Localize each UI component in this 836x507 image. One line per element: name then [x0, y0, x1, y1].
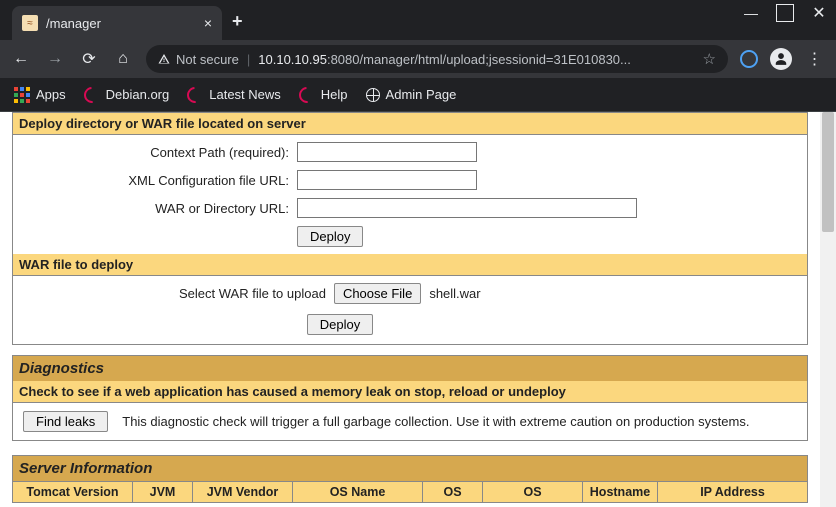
server-col-os2: OS — [483, 482, 583, 503]
war-upload-section: WAR file to deploy Select WAR file to up… — [12, 254, 808, 345]
war-url-row: WAR or Directory URL: — [19, 194, 801, 222]
security-indicator[interactable]: Not secure — [158, 52, 239, 67]
war-url-input[interactable] — [297, 198, 637, 218]
url-text: 10.10.10.95:8080/manager/html/upload;jse… — [258, 52, 694, 67]
server-col-hostname: Hostname — [583, 482, 658, 503]
xml-url-input[interactable] — [297, 170, 477, 190]
bookmark-debian[interactable]: Debian.org — [84, 87, 170, 103]
war-url-label: WAR or Directory URL: — [29, 201, 289, 216]
titlebar: ≈ /manager × + — ✕ — [0, 0, 836, 40]
debian-icon — [296, 83, 319, 106]
tab-title: /manager — [46, 16, 196, 31]
apps-icon — [14, 87, 30, 103]
apps-shortcut[interactable]: Apps — [14, 87, 66, 103]
minimize-icon[interactable]: — — [742, 4, 760, 22]
server-info-table: Tomcat Version JVM JVM Vendor OS Name OS… — [12, 481, 808, 503]
deploy-server-button[interactable]: Deploy — [297, 226, 363, 247]
reload-button[interactable]: ⟳ — [78, 48, 100, 70]
select-war-label: Select WAR file to upload — [179, 286, 326, 301]
window-controls: — ✕ — [742, 4, 828, 22]
server-col-ip: IP Address — [658, 482, 808, 503]
deploy-server-section: Deploy directory or WAR file located on … — [12, 112, 808, 255]
deploy-war-button[interactable]: Deploy — [307, 314, 373, 335]
bookmark-help[interactable]: Help — [299, 87, 348, 103]
diagnostics-title: Diagnostics — [12, 355, 808, 381]
debian-icon — [80, 83, 103, 106]
back-button[interactable]: ← — [10, 48, 32, 70]
forward-button[interactable]: → — [44, 48, 66, 70]
bookmarks-bar: Apps Debian.org Latest News Help Admin P… — [0, 78, 836, 112]
war-file-row: Select WAR file to upload Choose File sh… — [19, 279, 801, 308]
deploy-server-header: Deploy directory or WAR file located on … — [13, 113, 808, 135]
not-secure-label: Not secure — [176, 52, 239, 67]
extension-icon[interactable] — [740, 50, 758, 68]
xml-url-row: XML Configuration file URL: — [19, 166, 801, 194]
bookmark-latest-news[interactable]: Latest News — [187, 87, 281, 103]
xml-url-label: XML Configuration file URL: — [29, 173, 289, 188]
server-col-jvm-vendor: JVM Vendor — [193, 482, 293, 503]
bookmark-star-icon[interactable]: ☆ — [703, 50, 716, 68]
server-col-jvm: JVM — [133, 482, 193, 503]
bookmark-label: Debian.org — [106, 87, 170, 102]
close-window-icon[interactable]: ✕ — [810, 4, 828, 22]
server-col-tomcat: Tomcat Version — [13, 482, 133, 503]
chosen-filename: shell.war — [429, 286, 480, 301]
maximize-icon[interactable] — [776, 4, 794, 22]
server-col-os1: OS — [423, 482, 483, 503]
deploy-server-submit-row: Deploy — [19, 222, 801, 251]
profile-avatar-icon[interactable] — [770, 48, 792, 70]
war-upload-submit-row: Deploy — [19, 308, 801, 341]
browser-tab[interactable]: ≈ /manager × — [12, 6, 222, 40]
viewport: Deploy directory or WAR file located on … — [0, 112, 836, 507]
toolbar: ← → ⟳ ⌂ Not secure | 10.10.10.95:8080/ma… — [0, 40, 836, 78]
apps-label: Apps — [36, 87, 66, 102]
address-separator: | — [247, 52, 250, 67]
server-col-os-name: OS Name — [293, 482, 423, 503]
tomcat-favicon: ≈ — [22, 15, 38, 31]
server-info-title: Server Information — [12, 455, 808, 481]
bookmark-label: Admin Page — [386, 87, 457, 102]
scrollbar-thumb[interactable] — [822, 112, 834, 232]
tab-close-icon[interactable]: × — [204, 15, 212, 31]
warning-icon — [158, 53, 170, 65]
globe-icon — [366, 88, 380, 102]
debian-icon — [184, 83, 207, 106]
page-content: Deploy directory or WAR file located on … — [0, 112, 820, 507]
choose-file-button[interactable]: Choose File — [334, 283, 421, 304]
file-chooser: Choose File shell.war — [334, 283, 481, 304]
find-leaks-button[interactable]: Find leaks — [23, 411, 108, 432]
address-bar[interactable]: Not secure | 10.10.10.95:8080/manager/ht… — [146, 45, 728, 73]
diagnostics-section: Diagnostics Check to see if a web applic… — [12, 355, 808, 441]
home-button[interactable]: ⌂ — [112, 48, 134, 70]
war-upload-header: WAR file to deploy — [13, 254, 808, 276]
url-path: /manager/html/upload;jsessionid=31E01083… — [360, 52, 631, 67]
diagnostics-row: Find leaks This diagnostic check will tr… — [12, 403, 808, 441]
diagnostics-subheader: Check to see if a web application has ca… — [12, 381, 808, 403]
scrollbar[interactable] — [820, 112, 836, 507]
server-info-section: Server Information Tomcat Version JVM JV… — [12, 455, 808, 503]
url-host: 10.10.10.95 — [258, 52, 327, 67]
bookmark-label: Latest News — [209, 87, 281, 102]
bookmark-label: Help — [321, 87, 348, 102]
new-tab-button[interactable]: + — [222, 7, 253, 40]
bookmark-admin-page[interactable]: Admin Page — [366, 87, 457, 102]
diagnostics-description: This diagnostic check will trigger a ful… — [122, 414, 749, 429]
menu-icon[interactable]: ⋮ — [804, 48, 826, 70]
context-path-label: Context Path (required): — [29, 145, 289, 160]
url-port: :8080 — [327, 52, 360, 67]
context-path-row: Context Path (required): — [19, 138, 801, 166]
context-path-input[interactable] — [297, 142, 477, 162]
